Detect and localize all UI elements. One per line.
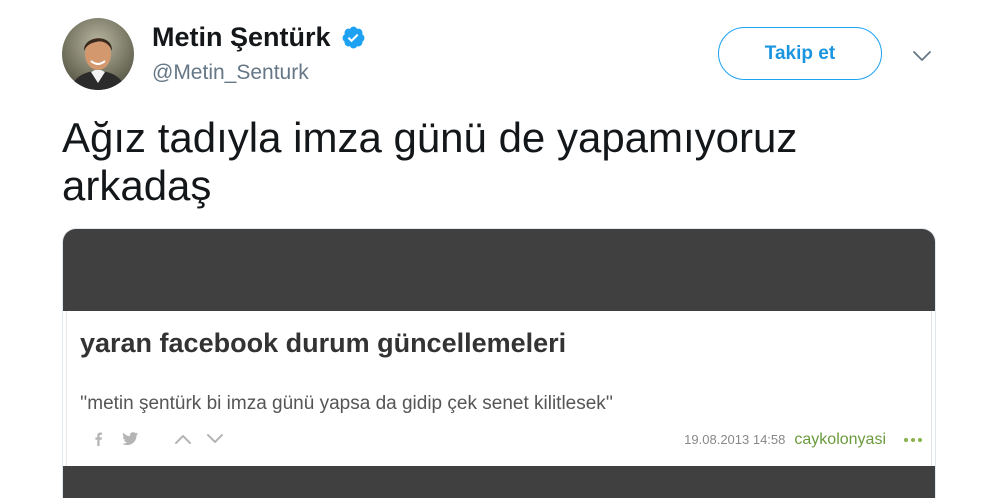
more-dot	[918, 437, 922, 442]
chevron-up-icon	[175, 435, 191, 444]
more-dots-icon	[904, 437, 922, 442]
embed-content-panel: yaran facebook durum güncellemeleri ''me…	[63, 311, 935, 466]
facebook-icon	[95, 432, 103, 446]
follow-button[interactable]: Takip et	[718, 27, 882, 80]
embed-date: 19.08.2013 14:58	[684, 432, 786, 447]
author-handle[interactable]: @Metin_Senturk	[152, 61, 309, 85]
avatar[interactable]	[62, 18, 134, 90]
twitter-icon	[122, 432, 139, 446]
author-name-row[interactable]: Metin Şentürk	[152, 22, 366, 53]
tweet-menu-button[interactable]	[911, 49, 933, 63]
verified-badge-icon	[342, 26, 364, 49]
chevron-down-icon	[207, 434, 223, 443]
tweet-text: Ağız tadıyla imza günü de yapamıyoruz ar…	[62, 114, 798, 209]
embed-title: yaran facebook durum güncellemeleri	[80, 328, 567, 358]
embed-author: caykolonyasi	[794, 431, 886, 448]
more-dot	[911, 437, 915, 442]
chevron-down-icon	[913, 51, 931, 61]
embed-meta-row: 19.08.2013 14:58 caykolonyasi	[684, 430, 922, 449]
embed-quote: ''metin şentürk bi imza günü yapsa da gi…	[80, 393, 614, 414]
more-dot	[904, 437, 908, 442]
tweet-media[interactable]: yaran facebook durum güncellemeleri ''me…	[62, 228, 936, 498]
author-name[interactable]: Metin Şentürk	[152, 22, 331, 53]
